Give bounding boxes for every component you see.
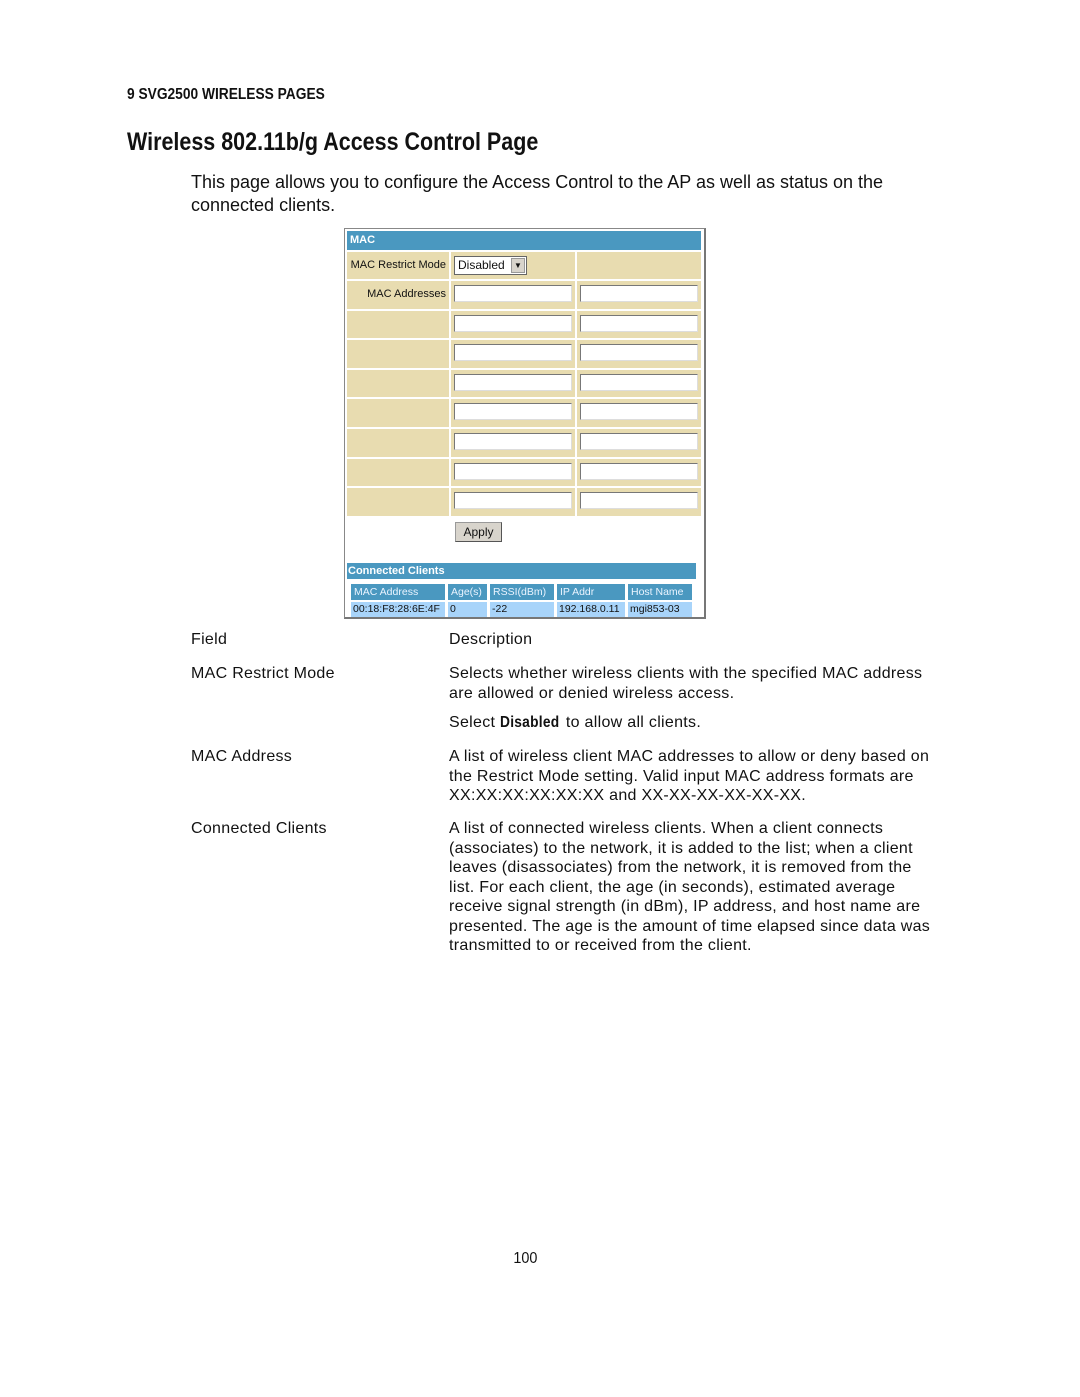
section-header: 9 SVG2500 WIRELESS PAGES (127, 86, 325, 103)
connected-clients-header: Connected Clients (347, 563, 696, 579)
mac-address-input[interactable] (580, 344, 698, 362)
field-description: Selects whether wireless clients with th… (449, 665, 923, 702)
client-mac: 00:18:F8:28:6E:4F (351, 602, 445, 617)
mac-address-input[interactable] (580, 314, 698, 332)
apply-button[interactable]: Apply (455, 522, 502, 542)
field-name: MAC Restrict Mode (191, 665, 335, 682)
mac-address-input[interactable] (454, 433, 572, 450)
document-page: 9 SVG2500 WIRELESS PAGES Wireless 802.11… (0, 0, 1080, 1397)
mac-address-input[interactable] (454, 492, 572, 510)
field-name: Connected Clients (191, 820, 327, 837)
mac-address-input[interactable] (454, 344, 572, 362)
mac-row-label (347, 369, 449, 398)
mac-address-input[interactable] (454, 314, 572, 332)
column-header-host: Host Name (628, 584, 692, 600)
mac-address-input[interactable] (580, 462, 698, 480)
field-description: A list of connected wireless clients. Wh… (449, 820, 931, 954)
mac-address-input[interactable] (580, 373, 698, 391)
mac-address-input[interactable] (454, 285, 572, 302)
chevron-down-icon[interactable]: ▼ (511, 258, 525, 273)
mac-row-label (347, 310, 449, 339)
column-header-age: Age(s) (448, 584, 487, 600)
mac-row-label (347, 399, 449, 427)
mac-row-label (347, 429, 449, 457)
mac-row-label (347, 458, 449, 487)
mac-address-input[interactable] (580, 403, 698, 421)
mac-row-label (347, 340, 449, 368)
description-column-header: Description (449, 631, 533, 648)
page-number: 100 (513, 1250, 538, 1267)
field-name: MAC Address (191, 748, 293, 765)
access-control-screenshot: MAC MAC Restrict Mode Disabled ▼ MAC Addr… (344, 228, 706, 619)
column-header-ip: IP Addr (557, 584, 625, 600)
client-host: mgi853-03 (628, 602, 692, 617)
mac-address-input[interactable] (580, 492, 698, 510)
mac-row-label (347, 488, 449, 516)
mac-address-input[interactable] (454, 373, 572, 391)
column-header-rssi: RSSI(dBm) (490, 584, 554, 600)
mac-address-input[interactable] (454, 462, 572, 480)
field-column-header: Field (191, 631, 228, 648)
mac-address-input[interactable] (580, 433, 698, 450)
restrict-mode-value: Disabled (458, 258, 505, 272)
field-description: A list of wireless client MAC addresses … (449, 748, 930, 804)
mac-section-header: MAC (347, 231, 701, 250)
restrict-mode-select[interactable]: Disabled ▼ (454, 256, 527, 275)
mac-address-input[interactable] (454, 403, 572, 421)
restrict-mode-label: MAC Restrict Mode (347, 252, 449, 279)
client-age: 0 (448, 602, 487, 617)
intro-paragraph: This page allows you to configure the Ac… (191, 172, 884, 215)
mac-address-input[interactable] (580, 285, 698, 302)
mac-row-label: MAC Addresses (347, 281, 449, 309)
field-description-note: Select Disabled to allow all clients. (449, 714, 702, 731)
client-ip: 192.168.0.11 (557, 602, 625, 617)
column-header-mac: MAC Address (351, 584, 445, 600)
client-rssi: -22 (490, 602, 554, 617)
page-title: Wireless 802.11b/g Access Control Page (127, 128, 539, 156)
